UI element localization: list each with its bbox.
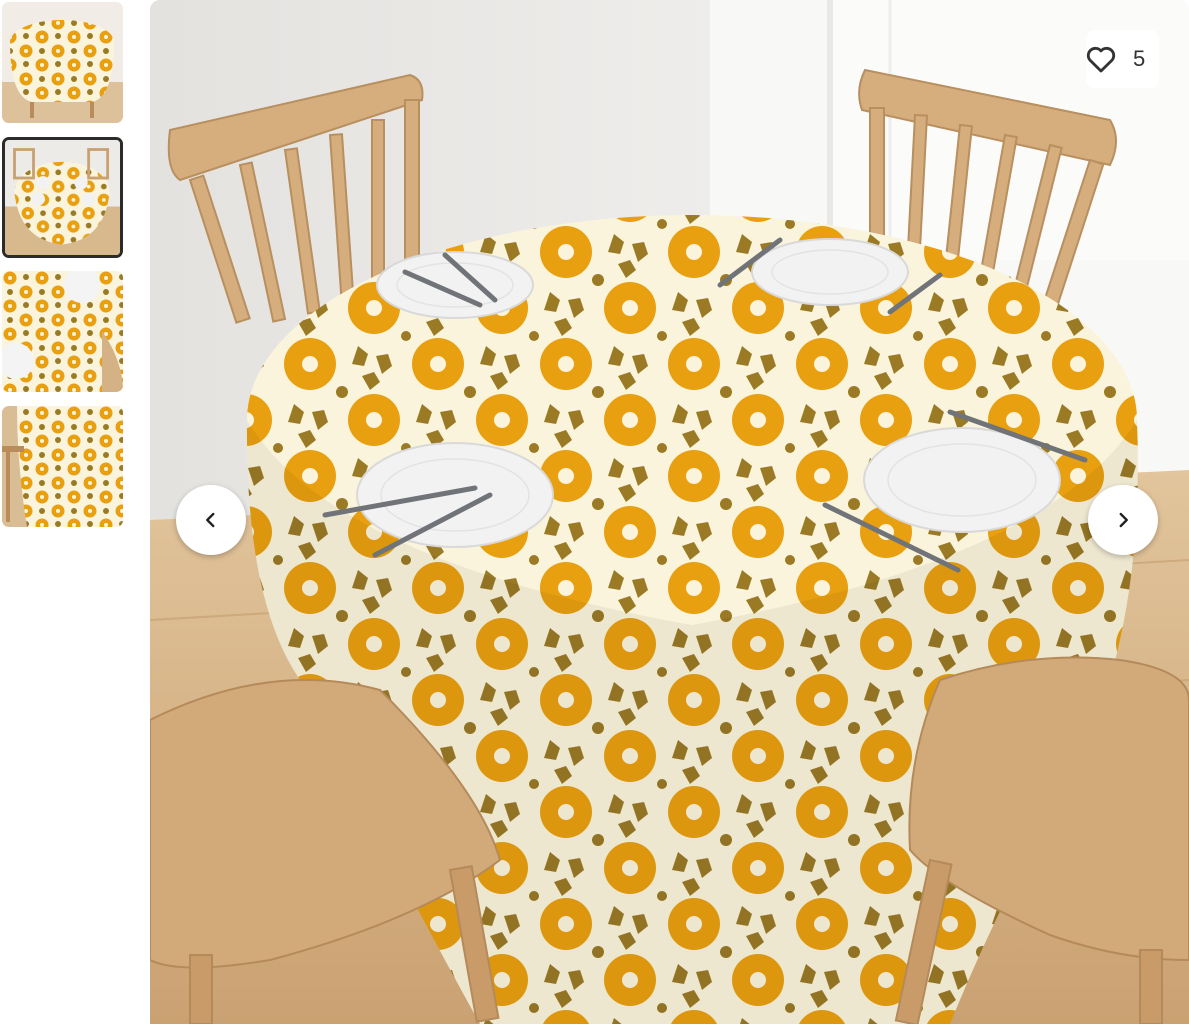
thumbnail-2[interactable] (2, 137, 123, 258)
favorite-button[interactable]: 5 (1086, 30, 1159, 88)
next-image-button[interactable] (1088, 485, 1158, 555)
tablecloth-scene (150, 0, 1189, 1024)
chevron-right-icon (1119, 512, 1128, 528)
favorite-count: 5 (1133, 46, 1146, 71)
previous-image-button[interactable] (176, 485, 246, 555)
thumbnail-4[interactable] (2, 406, 123, 527)
chevron-left-icon (206, 512, 215, 528)
main-product-image: 5 (150, 0, 1189, 1024)
thumbnail-3[interactable] (2, 271, 123, 392)
heart-outline-icon (1086, 46, 1116, 73)
thumbnail-1[interactable] (2, 2, 123, 123)
